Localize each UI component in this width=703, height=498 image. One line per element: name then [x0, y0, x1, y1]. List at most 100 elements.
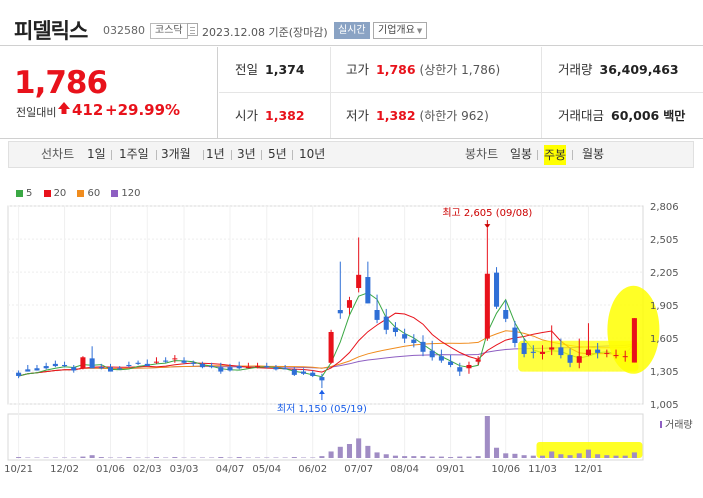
- candle-daily[interactable]: 일봉: [510, 142, 532, 167]
- volume-bar: [595, 454, 601, 458]
- candle-body: [521, 342, 527, 354]
- candle-body: [558, 347, 564, 356]
- candle-body: [107, 367, 114, 372]
- low-label: 저가: [346, 108, 370, 123]
- volume-bar: [356, 438, 362, 458]
- period-1d[interactable]: 1일: [87, 142, 106, 167]
- candle-body: [512, 327, 518, 343]
- volume-bar: [402, 456, 408, 458]
- candle-weekly[interactable]: 주봉: [544, 145, 567, 165]
- stock-header: 피델릭스 032580 코스닥 2023.12.08 기준(장마감) 실시간 기…: [0, 0, 703, 46]
- volume-bar: [80, 456, 86, 458]
- x-tick-label: 11/03: [528, 464, 557, 475]
- volume-bar: [622, 455, 628, 458]
- open-label: 시가: [235, 108, 259, 123]
- candle-body: [494, 272, 500, 307]
- x-tick-label: 01/06: [96, 464, 125, 475]
- volume-bar: [98, 457, 104, 458]
- base-date: 2023.12.08 기준(장마감): [202, 26, 328, 39]
- volume-bar: [604, 455, 610, 458]
- x-tick-label: 02/03: [133, 464, 162, 475]
- x-tick-label: 10/21: [4, 464, 33, 475]
- low-cell: 저가 1,382 (하한가 962): [346, 93, 489, 138]
- candle-body: [402, 334, 408, 339]
- candle-body: [613, 355, 619, 357]
- volume-bar: [631, 452, 637, 458]
- volume-bar: [126, 457, 132, 458]
- candle-body: [89, 358, 95, 369]
- candle-body: [374, 310, 380, 320]
- volume-bar: [337, 446, 343, 458]
- volume-bar: [383, 454, 389, 458]
- company-overview-dropdown[interactable]: 기업개요 ▼: [373, 22, 428, 39]
- period-5y[interactable]: 5년: [268, 142, 287, 167]
- prev-close-label: 전일: [235, 62, 259, 77]
- volume-bar: [365, 445, 371, 458]
- volume-bar: [374, 452, 380, 458]
- volume-bar: [475, 456, 481, 458]
- candle-monthly[interactable]: 월봉: [582, 142, 604, 167]
- candle-body: [181, 360, 187, 363]
- divider: [156, 150, 157, 160]
- x-tick-label: 04/07: [216, 464, 245, 475]
- candle-body: [264, 366, 270, 368]
- x-tick-label: 08/04: [390, 464, 419, 475]
- y-tick-label: 1,605: [650, 334, 679, 345]
- price-summary: 1,786 전일대비 412 +29.99% 전일 1,374 고가 1,786 (…: [0, 47, 703, 139]
- open-value: 1,382: [265, 108, 305, 123]
- candle-body: [135, 362, 141, 364]
- period-1y[interactable]: 1년: [206, 142, 225, 167]
- candle-body: [585, 349, 591, 356]
- candle-body: [218, 367, 224, 372]
- chart-grid: [7, 205, 644, 461]
- volume-bar: [153, 457, 159, 458]
- period-3m[interactable]: 3개월: [161, 142, 191, 167]
- candle-body: [163, 360, 169, 362]
- candle-body: [337, 310, 343, 314]
- volume-bar: [89, 455, 95, 458]
- realtime-button[interactable]: 실시간: [334, 22, 370, 39]
- candle-body: [310, 372, 316, 376]
- x-tick-label: 06/02: [298, 464, 327, 475]
- divider: [537, 150, 538, 160]
- current-price: 1,786: [14, 65, 108, 101]
- high-value: 1,786: [376, 62, 416, 77]
- volume-bar: [549, 451, 555, 458]
- volume-cell: 거래량 36,409,463: [558, 47, 679, 92]
- volume-bar: [558, 454, 564, 458]
- candle-body: [291, 369, 297, 375]
- volume-bar: [328, 451, 334, 458]
- candle-body: [604, 352, 610, 354]
- prev-close-cell: 전일 1,374: [235, 47, 305, 92]
- weekly-candle-chart[interactable]: 2,806 2,505 2,205 1,905 1,605 1,305 1,005 10/21…: [0, 196, 703, 496]
- volume-bar: [291, 457, 297, 458]
- volume-bar: [319, 456, 325, 458]
- volume-bar: [466, 456, 472, 458]
- candle-body: [383, 316, 389, 330]
- y-tick-label: 2,806: [650, 202, 679, 213]
- divider: [231, 150, 232, 160]
- divider: [330, 47, 331, 138]
- candle-body: [190, 362, 196, 364]
- high-annotation: 최고 2,605 (09/08): [442, 207, 532, 219]
- high-cell: 고가 1,786 (상한가 1,786): [346, 47, 500, 92]
- divider: [292, 150, 293, 160]
- candle-body: [209, 366, 215, 368]
- x-tick-label: 07/07: [344, 464, 373, 475]
- volume-bar: [567, 455, 573, 458]
- candle-body: [475, 359, 481, 362]
- divider: [261, 150, 262, 160]
- period-3y[interactable]: 3년: [237, 142, 256, 167]
- period-1w[interactable]: 1주일: [119, 142, 149, 167]
- volume-bar: [346, 444, 353, 458]
- candle-body: [530, 351, 536, 353]
- volume-bar: [613, 455, 619, 458]
- x-tick-label: 09/01: [436, 464, 465, 475]
- volume-bar: [448, 457, 454, 458]
- volume-bar: [494, 447, 500, 458]
- volume-bar: [429, 456, 435, 458]
- candle-body: [448, 361, 454, 365]
- candle-body: [503, 310, 509, 319]
- period-10y[interactable]: 10년: [299, 142, 325, 167]
- volume-bar: [503, 453, 509, 458]
